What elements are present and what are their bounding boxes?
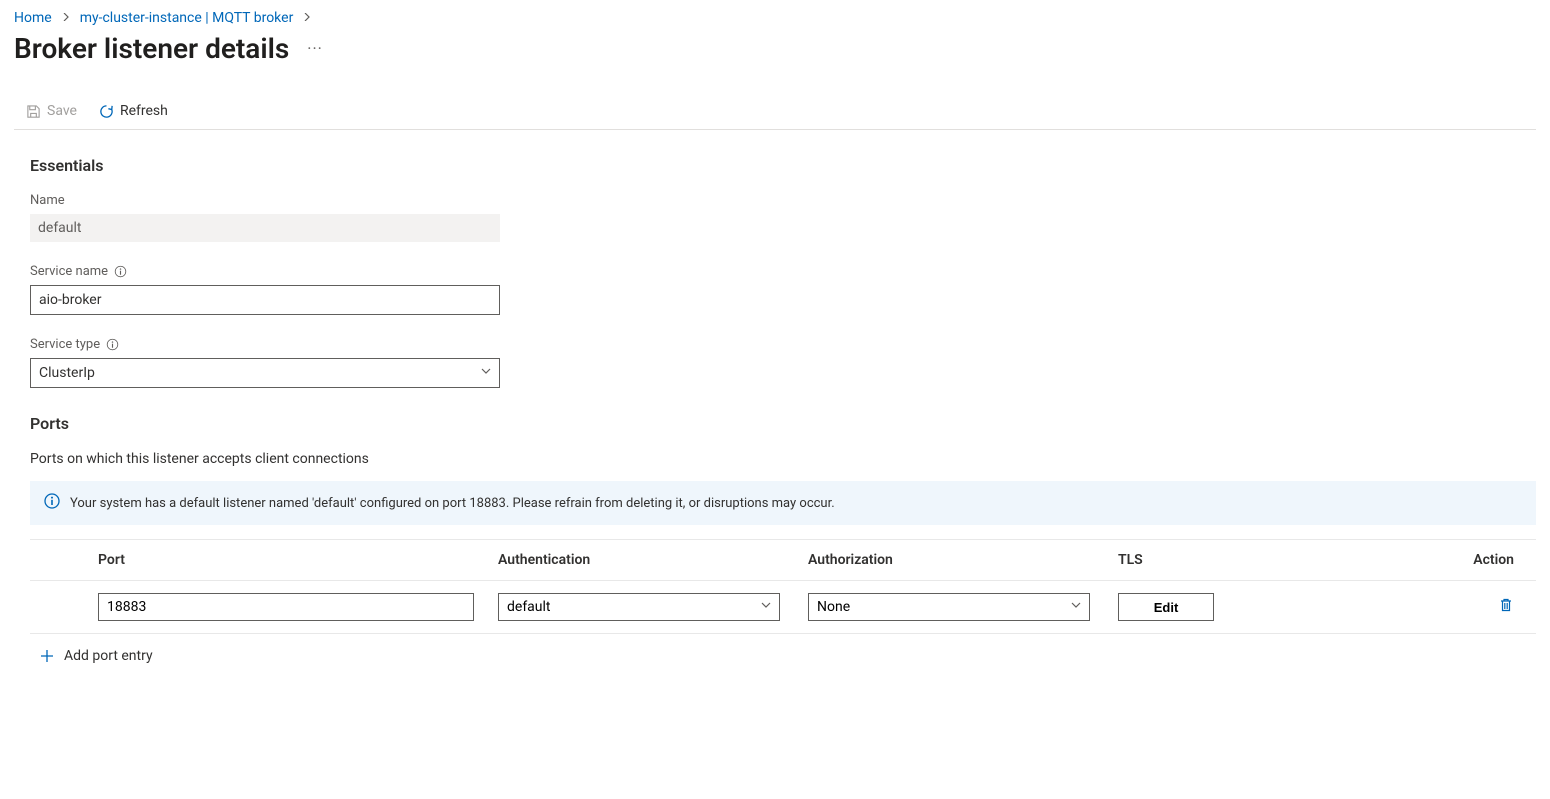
refresh-label: Refresh (120, 103, 168, 119)
breadcrumb-cluster[interactable]: my-cluster-instance | MQTT broker (80, 10, 294, 26)
refresh-button[interactable]: Refresh (99, 103, 168, 119)
info-banner-text: Your system has a default listener named… (70, 496, 835, 511)
toolbar: Save Refresh (14, 103, 1536, 130)
refresh-icon (99, 104, 114, 119)
save-icon (26, 104, 41, 119)
service-name-input[interactable] (30, 285, 500, 315)
service-name-label: Service name (30, 264, 108, 279)
authz-select[interactable]: None (808, 593, 1090, 621)
name-value: default (30, 214, 500, 242)
ports-heading: Ports (30, 414, 1536, 433)
info-icon[interactable] (106, 338, 119, 351)
save-button: Save (26, 103, 77, 119)
chevron-right-icon (62, 13, 70, 24)
essentials-section: Essentials Name default Service name Ser… (30, 156, 1536, 388)
port-input[interactable] (98, 593, 474, 621)
col-port: Port (98, 552, 498, 568)
plus-icon (40, 649, 54, 663)
info-banner: Your system has a default listener named… (30, 481, 1536, 525)
ports-section: Ports Ports on which this listener accep… (30, 414, 1536, 668)
col-authz: Authorization (808, 552, 1118, 568)
tls-edit-button[interactable]: Edit (1118, 593, 1214, 621)
info-icon[interactable] (114, 265, 127, 278)
add-port-entry-label: Add port entry (64, 648, 153, 664)
col-authn: Authentication (498, 552, 808, 568)
breadcrumb: Home my-cluster-instance | MQTT broker (14, 10, 1536, 26)
delete-icon[interactable] (1498, 597, 1514, 613)
breadcrumb-home[interactable]: Home (14, 10, 52, 26)
ports-table-header: Port Authentication Authorization TLS Ac… (30, 539, 1536, 581)
save-label: Save (47, 103, 77, 119)
col-action: Action (1428, 552, 1536, 568)
name-label: Name (30, 193, 1536, 208)
chevron-right-icon (303, 13, 311, 24)
essentials-heading: Essentials (30, 156, 1536, 175)
service-type-label: Service type (30, 337, 100, 352)
add-port-entry-button[interactable]: Add port entry (30, 634, 1536, 668)
authn-select[interactable]: default (498, 593, 780, 621)
ports-description: Ports on which this listener accepts cli… (30, 451, 1536, 467)
more-actions-icon[interactable]: ··· (307, 39, 323, 58)
col-tls: TLS (1118, 552, 1428, 568)
page-title: Broker listener details (14, 32, 289, 65)
table-row: default None Edit (30, 581, 1536, 634)
service-type-select[interactable]: ClusterIp (30, 358, 500, 388)
info-icon (44, 493, 60, 513)
